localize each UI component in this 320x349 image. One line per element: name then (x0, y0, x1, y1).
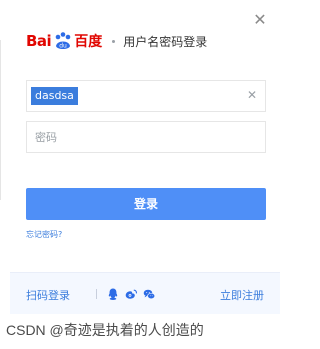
password-field[interactable]: 密码 (26, 121, 266, 153)
wechat-icon[interactable] (142, 287, 156, 301)
baidu-logo: Bai du 百度 (26, 24, 102, 58)
baidu-paw-icon: du (55, 32, 71, 50)
password-placeholder: 密码 (35, 131, 57, 144)
watermark-text: CSDN @奇迹是执着的人创造的 (6, 322, 204, 338)
username-selected-text: dasdsa (31, 87, 78, 105)
register-link[interactable]: 立即注册 (220, 287, 264, 303)
svg-text:du: du (59, 43, 67, 50)
logo-du-text: 百度 (74, 34, 103, 50)
login-dialog: ✕ Bai du 百度 用户名密码登录 dasdsa ✕ 密码 登录 忘记密码? (10, 0, 280, 312)
close-icon: ✕ (253, 10, 267, 29)
header-separator-dot (112, 39, 116, 43)
footer-separator (96, 289, 97, 299)
clear-input-icon[interactable]: ✕ (247, 88, 257, 102)
login-header: Bai du 百度 用户名密码登录 (26, 24, 207, 58)
logo-bai-text: Bai (26, 32, 52, 50)
weibo-icon[interactable] (124, 287, 138, 301)
login-button[interactable]: 登录 (26, 188, 266, 220)
forgot-password-link[interactable]: 忘记密码? (26, 229, 62, 240)
login-mode-title: 用户名密码登录 (123, 34, 208, 49)
login-footer: 扫码登录 立即注册 (10, 272, 280, 314)
scan-login-link[interactable]: 扫码登录 (26, 287, 70, 303)
page-edge-divider (0, 40, 1, 200)
qq-icon[interactable] (106, 287, 120, 301)
username-field[interactable]: dasdsa ✕ (26, 80, 266, 112)
close-button[interactable]: ✕ (250, 10, 270, 30)
